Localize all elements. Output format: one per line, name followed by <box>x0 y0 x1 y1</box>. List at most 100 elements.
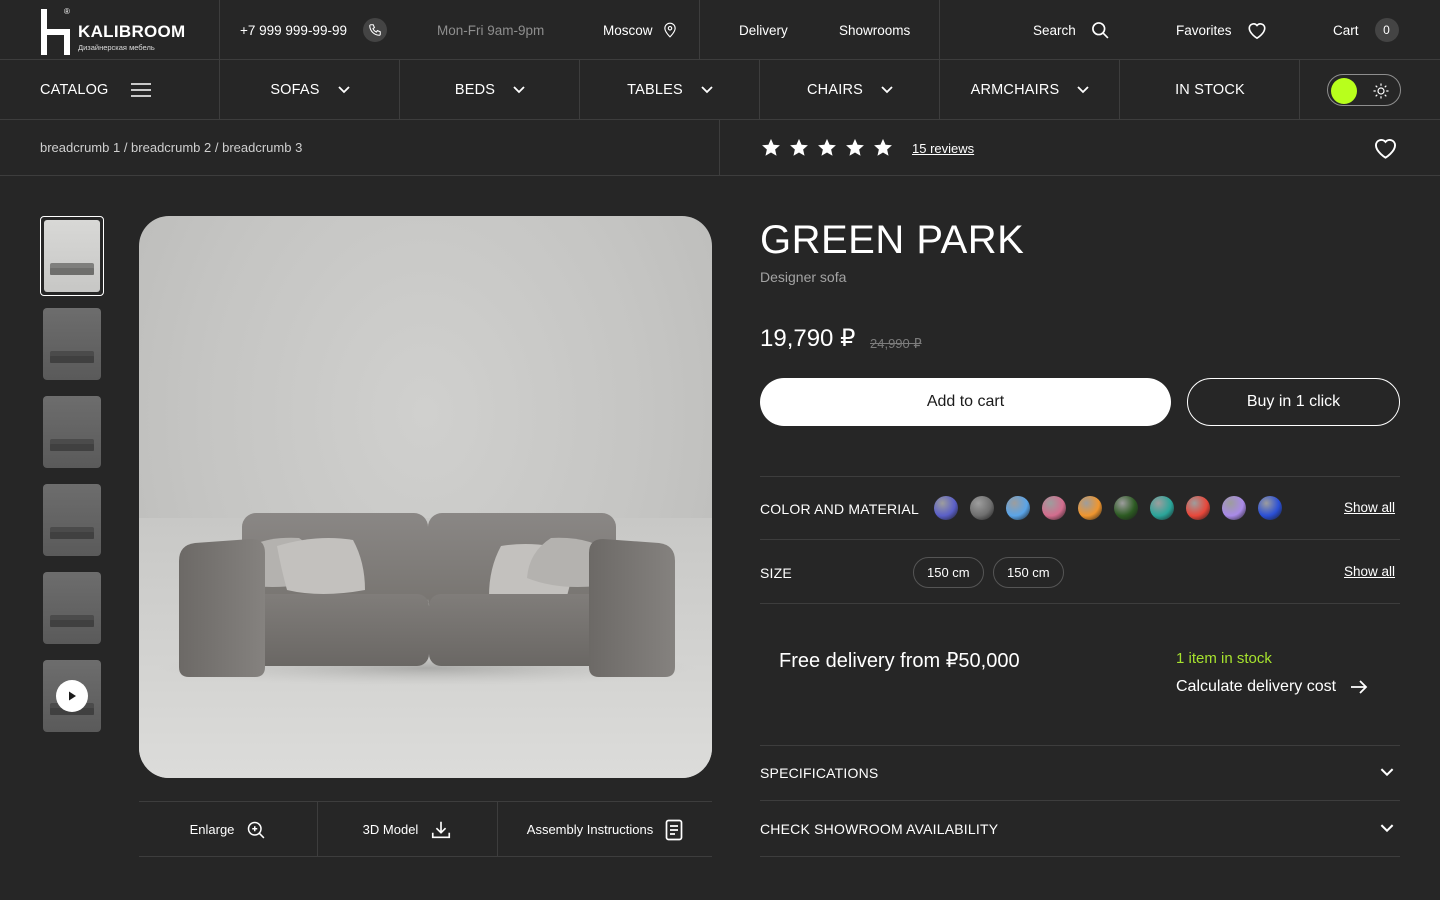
star-icon <box>874 138 892 156</box>
category-beds[interactable]: BEDS <box>400 60 580 120</box>
product-subtitle: Designer sofa <box>760 269 847 285</box>
thumbnail-1[interactable] <box>40 216 104 296</box>
trademark-sign: ® <box>64 7 70 16</box>
chevron-down-icon[interactable] <box>1380 824 1394 833</box>
specifications-accordion[interactable]: SPECIFICATIONS <box>760 765 878 781</box>
chevron-down-icon <box>881 86 893 94</box>
zoom-in-icon <box>248 821 265 838</box>
calculate-delivery-label: Calculate delivery cost <box>1176 678 1337 695</box>
color-swatch[interactable] <box>1258 496 1282 520</box>
3d-model-button[interactable]: 3D Model <box>318 802 497 857</box>
chevron-down-icon <box>338 86 350 94</box>
category-armchairs[interactable]: ARMCHAIRS <box>940 60 1120 120</box>
phone-icon[interactable] <box>362 18 387 42</box>
category-tables[interactable]: TABLES <box>580 60 760 120</box>
size-label: SIZE <box>760 565 792 581</box>
search-icon <box>1091 22 1109 39</box>
phone-number: +7 999 999-99-99 <box>240 22 347 38</box>
category-label: TABLES <box>627 82 683 98</box>
cart-label: Cart <box>1333 22 1359 38</box>
color-swatch[interactable] <box>1186 496 1210 520</box>
thumbnail-4[interactable] <box>43 484 101 556</box>
search-label: Search <box>1033 22 1076 38</box>
showroom-availability-accordion[interactable]: CHECK SHOWROOM AVAILABILITY <box>760 821 998 837</box>
logo-mark-icon: ® <box>40 7 74 55</box>
buy-one-click-button[interactable]: Buy in 1 click <box>1187 378 1400 426</box>
arrow-right-icon <box>1351 680 1368 694</box>
product-main-image[interactable] <box>139 216 712 778</box>
chevron-down-icon <box>701 86 713 94</box>
star-icon <box>790 138 808 156</box>
calculate-delivery-link[interactable]: Calculate delivery cost <box>1176 678 1368 696</box>
sun-icon <box>1373 83 1389 99</box>
play-icon[interactable] <box>56 680 88 712</box>
color-swatch[interactable] <box>1150 496 1174 520</box>
color-swatch[interactable] <box>1222 496 1246 520</box>
cart-count-badge: 0 <box>1374 18 1399 42</box>
sofa-thumbnail-image <box>50 527 94 539</box>
sofa-thumbnail-image <box>50 351 94 363</box>
thumbnail-2[interactable] <box>43 308 101 380</box>
stock-status: 1 item in stock <box>1176 650 1272 667</box>
assembly-label: Assembly Instructions <box>526 822 654 837</box>
chevron-down-icon[interactable] <box>1380 768 1394 777</box>
category-label: ARMCHAIRS <box>970 82 1060 98</box>
breadcrumb[interactable]: breadcrumb 1 / breadcrumb 2 / breadcrumb… <box>40 140 302 155</box>
sofa-illustration <box>157 513 697 686</box>
city-selector[interactable]: Moscow <box>603 0 677 60</box>
nav-link-delivery[interactable]: Delivery <box>739 0 788 60</box>
rating-stars <box>761 138 893 157</box>
show-all-sizes-link[interactable]: Show all <box>1344 564 1395 579</box>
enlarge-button[interactable]: Enlarge <box>139 802 317 857</box>
favorites-button[interactable]: Favorites <box>1176 0 1268 60</box>
star-icon <box>762 138 780 156</box>
heart-icon <box>1247 23 1266 40</box>
category-sofas[interactable]: SOFAS <box>220 60 400 120</box>
reviews-link[interactable]: 15 reviews <box>912 141 974 156</box>
city-label: Moscow <box>603 22 653 38</box>
free-delivery-text: Free delivery from ₽50,000 <box>779 650 1020 672</box>
show-all-colors-link[interactable]: Show all <box>1344 500 1395 515</box>
color-swatch[interactable] <box>1042 496 1066 520</box>
cart-button[interactable]: Cart 0 <box>1333 0 1399 60</box>
brand-tagline: Дизайнерская мебель <box>78 43 155 52</box>
phone-link[interactable]: +7 999 999-99-99 <box>240 0 387 60</box>
search-button[interactable]: Search <box>1033 0 1110 60</box>
thumbnail-3[interactable] <box>43 396 101 468</box>
color-swatch[interactable] <box>1006 496 1030 520</box>
download-icon <box>432 821 451 838</box>
star-icon <box>846 138 864 156</box>
color-swatch[interactable] <box>934 496 958 520</box>
color-material-label: COLOR AND MATERIAL <box>760 501 919 517</box>
favorite-heart-icon[interactable] <box>1372 135 1399 160</box>
location-pin-icon <box>663 22 676 38</box>
color-swatch[interactable] <box>1078 496 1102 520</box>
category-label: CHAIRS <box>807 82 863 98</box>
category-in-stock[interactable]: IN STOCK <box>1120 60 1300 120</box>
add-to-cart-button[interactable]: Add to cart <box>760 378 1171 426</box>
menu-icon <box>130 83 151 97</box>
color-swatch[interactable] <box>970 496 994 520</box>
size-option[interactable]: 150 cm <box>993 557 1064 588</box>
document-icon <box>665 819 683 840</box>
size-option[interactable]: 150 cm <box>913 557 984 588</box>
nav-link-showrooms[interactable]: Showrooms <box>839 0 910 60</box>
product-title: GREEN PARK <box>760 218 1025 262</box>
category-chairs[interactable]: CHAIRS <box>760 60 940 120</box>
3d-model-label: 3D Model <box>362 822 419 837</box>
chevron-down-icon <box>513 86 525 94</box>
product-price: 19,790 ₽ <box>760 325 856 352</box>
brand-name: KALIBROOM <box>78 22 186 41</box>
catalog-menu-button[interactable]: CATALOG <box>40 60 220 120</box>
sofa-thumbnail-image <box>50 615 94 627</box>
assembly-instructions-button[interactable]: Assembly Instructions <box>498 802 712 857</box>
category-label: SOFAS <box>270 82 320 98</box>
sofa-thumbnail-image <box>50 439 94 451</box>
thumbnail-video[interactable] <box>43 660 101 732</box>
color-swatch[interactable] <box>1114 496 1138 520</box>
sofa-thumbnail-image <box>50 263 94 275</box>
logo[interactable]: ® KALIBROOM Дизайнерская мебель <box>40 6 210 56</box>
enlarge-label: Enlarge <box>189 822 235 837</box>
thumbnail-5[interactable] <box>43 572 101 644</box>
theme-toggle[interactable] <box>1327 74 1401 106</box>
